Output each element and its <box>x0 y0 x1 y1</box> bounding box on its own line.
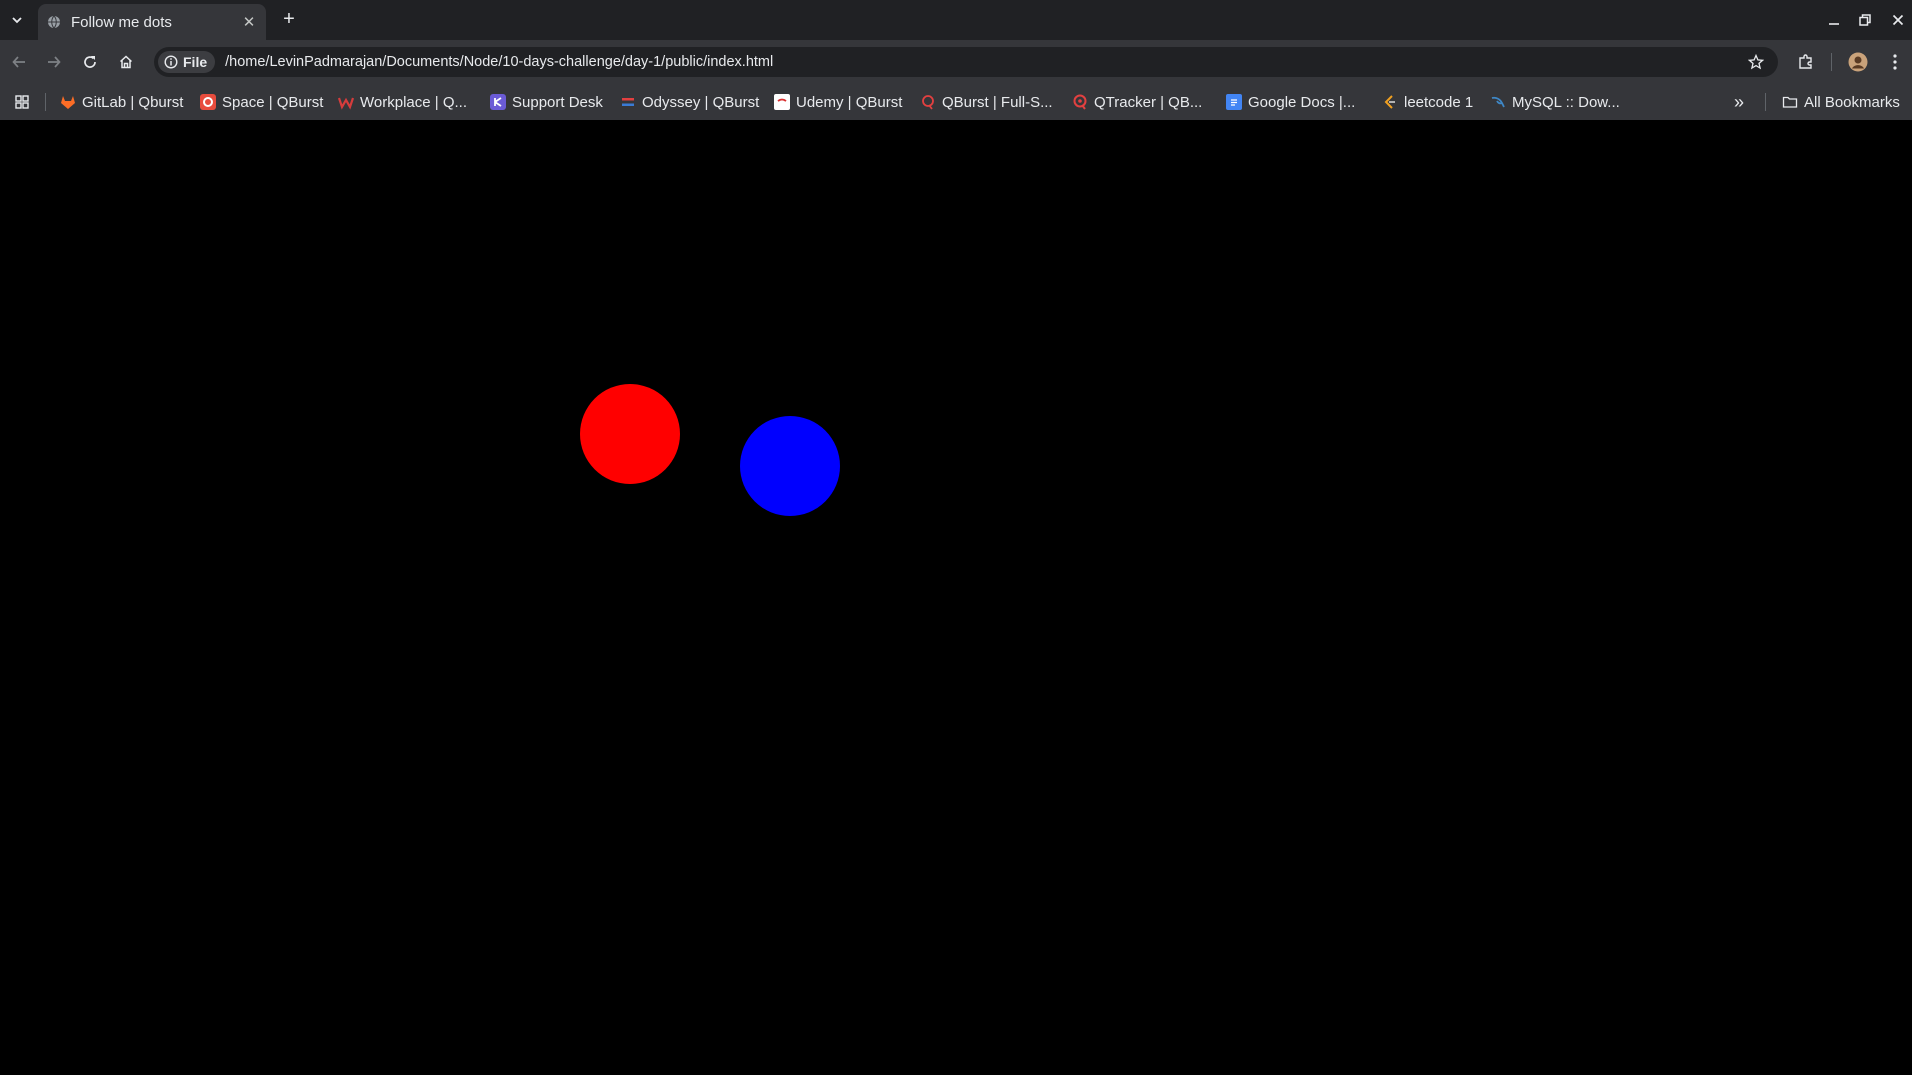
bookmark-mysql[interactable]: MySQL :: Dow... <box>1490 93 1620 111</box>
bookmark-workplace[interactable]: Workplace | Q... <box>338 93 467 111</box>
bookmark-label: Udemy | QBurst <box>796 93 903 111</box>
tab-strip: Follow me dots ✕ + <box>0 0 1912 40</box>
tab-follow-me-dots[interactable]: Follow me dots ✕ <box>38 4 266 40</box>
minimize-icon[interactable] <box>1824 10 1844 30</box>
bookmark-label: leetcode 1 <box>1404 93 1474 111</box>
all-bookmarks-label: All Bookmarks <box>1804 93 1900 111</box>
bookmark-label: Workplace | Q... <box>360 93 467 111</box>
info-icon <box>164 55 178 69</box>
qburst-icon <box>920 94 936 110</box>
gitlab-icon <box>60 94 76 110</box>
tab-title: Follow me dots <box>71 13 172 31</box>
tab-search-chevron-down-icon[interactable] <box>7 8 27 32</box>
globe-icon <box>47 15 61 29</box>
bookmark-star-icon[interactable] <box>1746 52 1766 72</box>
bookmarks-divider <box>1765 93 1766 111</box>
new-tab-button[interactable]: + <box>278 9 300 31</box>
bookmark-label: QTracker | QB... <box>1094 93 1203 111</box>
page-content[interactable] <box>0 120 1912 1075</box>
site-info-chip[interactable]: File <box>158 51 216 73</box>
address-bar[interactable]: File /home/LevinPadmarajan/Documents/Nod… <box>154 47 1778 77</box>
bookmark-google-docs[interactable]: Google Docs |... <box>1226 93 1355 111</box>
restore-icon[interactable] <box>1855 10 1875 30</box>
space-icon <box>200 94 216 110</box>
bookmark-label: Support Desk <box>512 93 603 111</box>
browser-chrome: Follow me dots ✕ + File /home/LevinPadma… <box>0 0 1912 120</box>
bookmark-label: GitLab | Qburst <box>82 93 184 111</box>
bookmark-qtracker[interactable]: QTracker | QB... <box>1072 93 1202 111</box>
bookmarks-overflow-chevron-icon[interactable]: » <box>1734 92 1744 112</box>
toolbar-divider <box>1831 53 1832 71</box>
bookmarks-divider <box>45 93 46 111</box>
profile-avatar[interactable] <box>1846 50 1870 74</box>
blue-dot <box>740 416 840 516</box>
bookmark-label: QBurst | Full-S... <box>942 93 1053 111</box>
extensions-puzzle-icon[interactable] <box>1794 50 1818 74</box>
close-window-icon[interactable] <box>1888 10 1908 30</box>
support-icon <box>490 94 506 110</box>
url-text[interactable]: /home/LevinPadmarajan/Documents/Node/10-… <box>225 54 773 70</box>
bookmark-udemy[interactable]: Udemy | QBurst <box>774 93 902 111</box>
menu-more-icon[interactable] <box>1883 50 1907 74</box>
scheme-label: File <box>183 54 208 70</box>
home-icon[interactable] <box>114 50 138 74</box>
all-bookmarks-folder[interactable]: All Bookmarks <box>1782 93 1900 111</box>
back-icon[interactable] <box>7 50 31 74</box>
bookmark-leetcode[interactable]: leetcode 1 <box>1382 93 1473 111</box>
reload-icon[interactable] <box>78 50 102 74</box>
close-icon[interactable]: ✕ <box>240 13 258 31</box>
bookmark-label: Space | QBurst <box>222 93 324 111</box>
bookmark-label: Google Docs |... <box>1248 93 1356 111</box>
apps-grid-icon[interactable] <box>14 93 30 111</box>
bookmark-label: MySQL :: Dow... <box>1512 93 1620 111</box>
udemy-icon <box>774 94 790 110</box>
odyssey-icon <box>620 94 636 110</box>
google-docs-icon <box>1226 94 1242 110</box>
mysql-icon <box>1490 94 1506 110</box>
bookmark-qburst-full-stack[interactable]: QBurst | Full-S... <box>920 93 1053 111</box>
folder-icon <box>1782 94 1798 110</box>
toolbar: File /home/LevinPadmarajan/Documents/Nod… <box>0 40 1912 84</box>
bookmark-gitlab[interactable]: GitLab | Qburst <box>60 93 183 111</box>
bookmark-label: Odyssey | QBurst <box>642 93 760 111</box>
forward-icon[interactable] <box>42 50 66 74</box>
red-dot <box>580 384 680 484</box>
qtracker-icon <box>1072 94 1088 110</box>
bookmark-support-desk[interactable]: Support Desk <box>490 93 603 111</box>
leetcode-icon <box>1382 94 1398 110</box>
bookmark-odyssey[interactable]: Odyssey | QBurst <box>620 93 759 111</box>
bookmark-space[interactable]: Space | QBurst <box>200 93 323 111</box>
bookmarks-bar: GitLab | Qburst Space | QBurst Workplace… <box>0 84 1912 120</box>
workplace-icon <box>338 94 354 110</box>
